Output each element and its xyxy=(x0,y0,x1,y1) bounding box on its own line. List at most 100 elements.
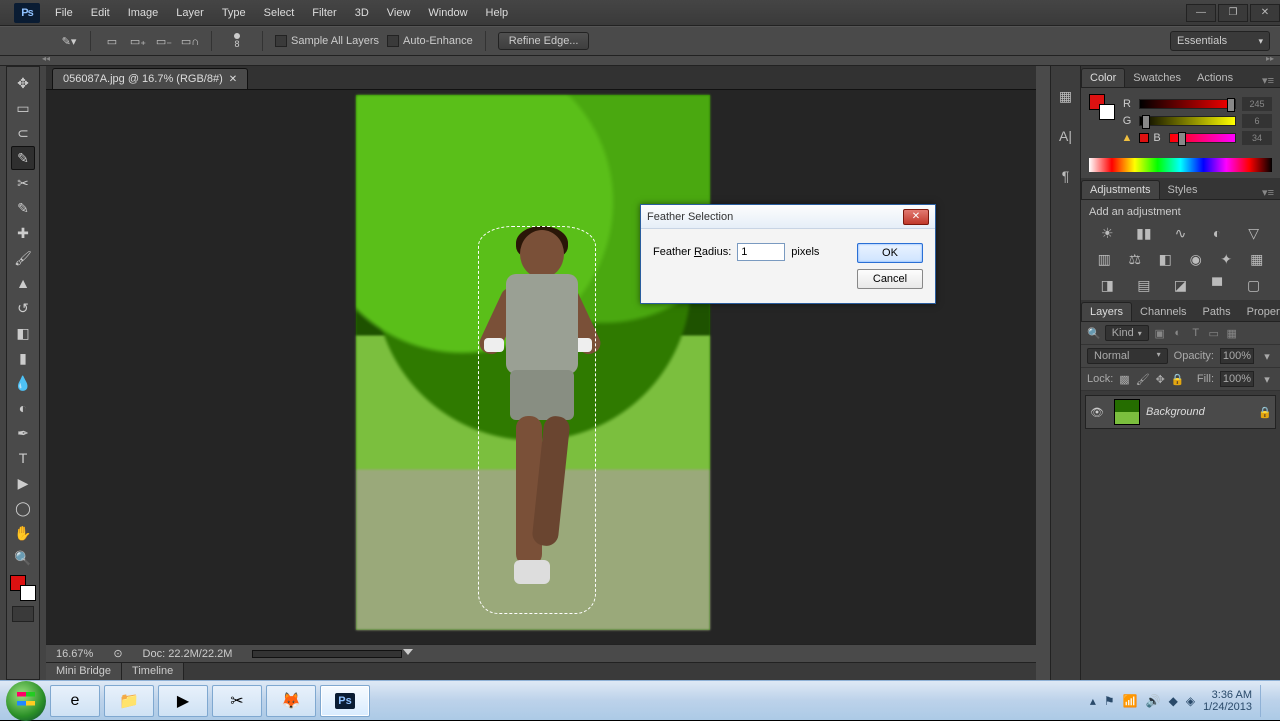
adjustments-panel-menu-icon[interactable]: ▾≡ xyxy=(1256,186,1280,199)
dialog-titlebar[interactable]: Feather Selection ✕ xyxy=(641,205,935,229)
taskbar-media-icon[interactable]: ▶ xyxy=(158,685,208,717)
tray-network-icon[interactable]: 📶 xyxy=(1123,694,1138,708)
dodge-tool[interactable]: ◐ xyxy=(11,396,35,420)
menu-layer[interactable]: Layer xyxy=(167,0,213,26)
quick-selection-tool[interactable]: ✎ xyxy=(11,146,35,170)
taskbar-photoshop-icon[interactable]: Ps xyxy=(320,685,370,717)
crop-tool[interactable]: ✂ xyxy=(11,171,35,195)
path-selection-tool[interactable]: ▶ xyxy=(11,471,35,495)
tool-preset-icon[interactable]: ✎▾ xyxy=(60,32,78,50)
menu-edit[interactable]: Edit xyxy=(82,0,119,26)
gamut-warning-icon[interactable]: ▲ xyxy=(1121,132,1133,144)
close-tab-icon[interactable]: ✕ xyxy=(229,74,237,85)
black-white-icon[interactable]: ◧ xyxy=(1156,250,1174,268)
lock-position-icon[interactable]: ✥ xyxy=(1156,373,1165,386)
filter-pixel-icon[interactable]: ▣ xyxy=(1153,327,1167,340)
posterize-icon[interactable]: ▤ xyxy=(1135,276,1153,294)
brush-size-control[interactable]: 8 xyxy=(224,33,250,49)
layer-thumbnail[interactable] xyxy=(1114,399,1140,425)
layer-row[interactable]: 👁 Background 🔒 xyxy=(1085,395,1276,429)
start-button[interactable] xyxy=(6,681,46,721)
b-slider[interactable] xyxy=(1169,133,1236,143)
menu-type[interactable]: Type xyxy=(213,0,255,26)
menu-window[interactable]: Window xyxy=(419,0,476,26)
opacity-stepper[interactable]: ▾ xyxy=(1260,350,1274,363)
feather-radius-input[interactable] xyxy=(737,243,785,261)
b-value[interactable]: 34 xyxy=(1242,131,1272,145)
foreground-background-color[interactable] xyxy=(10,575,36,601)
g-value[interactable]: 6 xyxy=(1242,114,1272,128)
shape-tool[interactable]: ◯ xyxy=(11,496,35,520)
menu-view[interactable]: View xyxy=(378,0,420,26)
tab-adjustments[interactable]: Adjustments xyxy=(1081,180,1160,199)
filter-smart-icon[interactable]: ▦ xyxy=(1225,327,1239,340)
info-icon[interactable]: ⊙ xyxy=(113,647,122,660)
tab-paths[interactable]: Paths xyxy=(1195,303,1239,321)
minimize-button[interactable]: — xyxy=(1186,4,1216,22)
marquee-tool[interactable]: ▭ xyxy=(11,96,35,120)
refine-edge-button[interactable]: Refine Edge... xyxy=(498,32,590,50)
filter-shape-icon[interactable]: ▭ xyxy=(1207,327,1221,340)
invert-icon[interactable]: ◨ xyxy=(1098,276,1116,294)
healing-brush-tool[interactable]: ✚ xyxy=(11,221,35,245)
blur-tool[interactable]: 💧 xyxy=(11,371,35,395)
tab-properties[interactable]: Properties xyxy=(1239,303,1280,321)
type-tool[interactable]: T xyxy=(11,446,35,470)
character-panel-icon[interactable]: A| xyxy=(1056,126,1076,146)
zoom-tool[interactable]: 🔍 xyxy=(11,546,35,570)
photo-filter-icon[interactable]: ◉ xyxy=(1187,250,1205,268)
tab-color[interactable]: Color xyxy=(1081,68,1125,87)
menu-select[interactable]: Select xyxy=(255,0,304,26)
color-spectrum[interactable] xyxy=(1089,158,1272,172)
r-value[interactable]: 245 xyxy=(1242,97,1272,111)
lock-all-icon[interactable]: 🔒 xyxy=(1171,373,1185,386)
intersect-selection-icon[interactable]: ▭∩ xyxy=(181,32,199,50)
zoom-readout[interactable]: 16.67% xyxy=(56,648,93,660)
opacity-value[interactable]: 100% xyxy=(1220,348,1254,364)
levels-icon[interactable]: ▮▮ xyxy=(1135,224,1153,242)
canvas-scrollbar[interactable] xyxy=(1036,66,1050,680)
filter-adjust-icon[interactable]: ◐ xyxy=(1171,327,1185,339)
blend-mode-dropdown[interactable]: Normal xyxy=(1087,348,1168,364)
filter-kind-dropdown[interactable]: Kind xyxy=(1105,325,1149,341)
workspace-selector[interactable]: Essentials xyxy=(1170,31,1270,51)
tray-show-hidden-icon[interactable]: ▴ xyxy=(1090,694,1096,708)
layer-visibility-icon[interactable]: 👁 xyxy=(1086,406,1108,419)
taskbar-snip-icon[interactable]: ✂ xyxy=(212,685,262,717)
taskbar-firefox-icon[interactable]: 🦊 xyxy=(266,685,316,717)
add-selection-icon[interactable]: ▭₊ xyxy=(129,32,147,50)
dialog-close-button[interactable]: ✕ xyxy=(903,209,929,225)
tab-channels[interactable]: Channels xyxy=(1132,303,1194,321)
r-slider[interactable] xyxy=(1139,99,1236,109)
subtract-selection-icon[interactable]: ▭₋ xyxy=(155,32,173,50)
hue-sat-icon[interactable]: ▥ xyxy=(1095,250,1113,268)
move-tool[interactable]: ✥ xyxy=(11,71,35,95)
menu-file[interactable]: File xyxy=(46,0,82,26)
clone-stamp-tool[interactable]: ▲ xyxy=(11,271,35,295)
history-brush-tool[interactable]: ↺ xyxy=(11,296,35,320)
document-tab[interactable]: 056087A.jpg @ 16.7% (RGB/8#) ✕ xyxy=(52,68,248,89)
tray-volume-icon[interactable]: 🔊 xyxy=(1146,694,1161,708)
tab-styles[interactable]: Styles xyxy=(1160,181,1206,199)
gradient-map-icon[interactable]: ▀ xyxy=(1208,276,1226,294)
maximize-button[interactable]: ❐ xyxy=(1218,4,1248,22)
color-panel-menu-icon[interactable]: ▾≡ xyxy=(1256,74,1280,87)
canvas[interactable] xyxy=(46,90,1036,644)
info-scrubber[interactable] xyxy=(252,650,402,658)
panel-collapse-strip[interactable] xyxy=(0,56,1280,66)
tab-swatches[interactable]: Swatches xyxy=(1125,69,1189,87)
tray-app1-icon[interactable]: ◆ xyxy=(1169,694,1178,708)
ok-button[interactable]: OK xyxy=(857,243,923,263)
brush-tool[interactable]: 🖌 xyxy=(11,246,35,270)
lock-transparent-icon[interactable]: ▩ xyxy=(1119,373,1129,386)
history-panel-icon[interactable]: ▦ xyxy=(1056,86,1076,106)
brightness-contrast-icon[interactable]: ☀ xyxy=(1098,224,1116,242)
fill-stepper[interactable]: ▾ xyxy=(1260,373,1274,386)
auto-enhance-checkbox[interactable]: Auto-Enhance xyxy=(387,35,473,47)
hand-tool[interactable]: ✋ xyxy=(11,521,35,545)
eraser-tool[interactable]: ◧ xyxy=(11,321,35,345)
color-balance-icon[interactable]: ⚖ xyxy=(1126,250,1144,268)
tray-clock[interactable]: 3:36 AM 1/24/2013 xyxy=(1203,689,1252,713)
paragraph-panel-icon[interactable]: ¶ xyxy=(1056,166,1076,186)
pen-tool[interactable]: ✒ xyxy=(11,421,35,445)
